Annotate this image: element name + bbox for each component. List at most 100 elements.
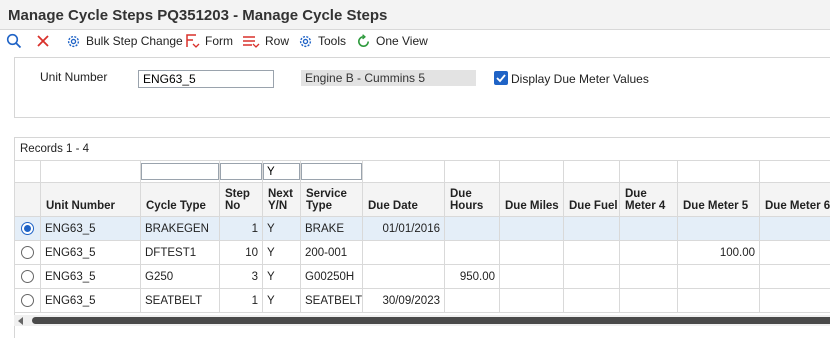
row-menu[interactable]: Row [242, 33, 289, 49]
column-header[interactable]: Due Meter 6 [759, 182, 830, 217]
service-type-cell: G00250H [300, 264, 363, 289]
unit-number-cell: ENG63_5 [40, 288, 141, 313]
toolbar: Bulk Step Change Form Row Tools One View [0, 30, 830, 52]
table-row[interactable]: ENG63_5 BRAKEGEN 1 Y BRAKE 01/01/2016 [14, 216, 830, 241]
bulk-step-change-label: Bulk Step Change [86, 34, 183, 48]
cycle-type-cell: DFTEST1 [140, 240, 220, 265]
next-yn-cell: Y [262, 216, 301, 241]
checkmark-icon [496, 74, 506, 83]
step-no-cell: 1 [219, 288, 263, 313]
due-fuel-cell [563, 240, 620, 265]
column-header[interactable]: Unit Number [40, 182, 141, 217]
due-meter4-cell [619, 264, 678, 289]
column-header[interactable]: Next Y/N [262, 182, 301, 217]
column-header[interactable]: Due Fuel [563, 182, 620, 217]
search-button[interactable] [6, 33, 22, 49]
one-view-button[interactable]: One View [356, 33, 428, 49]
one-view-label: One View [376, 34, 428, 48]
row-select-radio[interactable] [21, 222, 34, 235]
row-select-radio[interactable] [21, 294, 34, 307]
due-miles-cell [499, 288, 564, 313]
form-menu-label: Form [205, 34, 233, 48]
cycle-type-cell: SEATBELT [140, 288, 220, 313]
tools-menu[interactable]: Tools [298, 33, 346, 49]
due-fuel-cell [563, 216, 620, 241]
table-row[interactable]: ENG63_5 G250 3 Y G00250H 950.00 [14, 264, 830, 289]
cycle-type-filter[interactable] [141, 163, 219, 180]
due-meter5-cell [677, 288, 760, 313]
column-header[interactable]: Due Date [362, 182, 445, 217]
step-no-filter[interactable] [220, 163, 262, 180]
form-icon [186, 34, 200, 48]
unit-number-cell: ENG63_5 [40, 216, 141, 241]
next-yn-cell: Y [262, 264, 301, 289]
scrollbar-thumb[interactable] [32, 317, 830, 324]
gear-icon [299, 35, 312, 47]
unit-number-cell: ENG63_5 [40, 240, 141, 265]
unit-number-label: Unit Number [40, 70, 108, 84]
due-date-cell [362, 264, 445, 289]
column-header[interactable]: Cycle Type [140, 182, 220, 217]
scroll-left-icon[interactable] [18, 317, 23, 325]
column-header[interactable]: Step No [219, 182, 263, 217]
header-row: Unit Number Cycle Type Step No Next Y/N … [14, 182, 830, 217]
due-miles-cell [499, 216, 564, 241]
horizontal-scrollbar[interactable] [14, 315, 830, 326]
tools-menu-label: Tools [318, 34, 347, 48]
due-meter5-cell [677, 264, 760, 289]
row-select-radio[interactable] [21, 270, 34, 283]
service-type-filter[interactable] [301, 163, 362, 180]
row-select-radio[interactable] [21, 246, 34, 259]
table-row[interactable]: ENG63_5 SEATBELT 1 Y SEATBELT 30/09/2023 [14, 288, 830, 313]
due-miles-cell [499, 240, 564, 265]
row-icon [243, 36, 260, 48]
due-date-cell: 30/09/2023 [362, 288, 445, 313]
due-date-cell [362, 240, 445, 265]
row-menu-label: Row [265, 34, 290, 48]
next-yn-cell: Y [262, 288, 301, 313]
service-type-cell: SEATBELT [300, 288, 363, 313]
unit-number-field[interactable] [138, 70, 274, 88]
header-panel [14, 57, 830, 118]
form-menu[interactable]: Form [184, 33, 233, 49]
step-no-cell: 10 [219, 240, 263, 265]
unit-number-cell: ENG63_5 [40, 264, 141, 289]
due-hours-cell [444, 216, 500, 241]
due-meter4-cell [619, 240, 678, 265]
column-header[interactable]: Due Meter 5 [677, 182, 760, 217]
due-fuel-cell [563, 264, 620, 289]
search-icon [6, 33, 22, 49]
column-header[interactable]: Due Hours [444, 182, 500, 217]
step-no-cell: 1 [219, 216, 263, 241]
due-meter6-cell [759, 264, 830, 289]
window-title: Manage Cycle Steps PQ351203 - Manage Cyc… [8, 7, 388, 24]
due-meter6-cell [759, 216, 830, 241]
display-due-meter-checkbox[interactable] [494, 71, 508, 85]
service-type-cell: BRAKE [300, 216, 363, 241]
cycle-type-cell: G250 [140, 264, 220, 289]
due-fuel-cell [563, 288, 620, 313]
bulk-step-change-button[interactable]: Bulk Step Change [66, 33, 183, 49]
display-due-meter-label: Display Due Meter Values [511, 72, 649, 86]
column-header[interactable]: Due Miles [499, 182, 564, 217]
column-header[interactable]: Due Meter 4 [619, 182, 678, 217]
step-no-cell: 3 [219, 264, 263, 289]
query-row [14, 160, 830, 183]
due-meter4-cell [619, 216, 678, 241]
service-type-cell: 200-001 [300, 240, 363, 265]
due-hours-cell: 950.00 [444, 264, 500, 289]
cycle-type-cell: BRAKEGEN [140, 216, 220, 241]
due-meter6-cell [759, 240, 830, 265]
close-icon [37, 35, 49, 47]
title-bar: Manage Cycle Steps PQ351203 - Manage Cyc… [0, 0, 830, 30]
due-miles-cell [499, 264, 564, 289]
table-row[interactable]: ENG63_5 DFTEST1 10 Y 200-001 100.00 [14, 240, 830, 265]
column-header[interactable]: Service Type [300, 182, 363, 217]
due-meter6-cell [759, 288, 830, 313]
due-meter4-cell [619, 288, 678, 313]
next-yn-filter[interactable] [263, 163, 300, 180]
refresh-icon [358, 33, 369, 47]
close-button[interactable] [36, 33, 50, 49]
records-count: Records 1 - 4 [20, 143, 90, 155]
due-date-cell: 01/01/2016 [362, 216, 445, 241]
